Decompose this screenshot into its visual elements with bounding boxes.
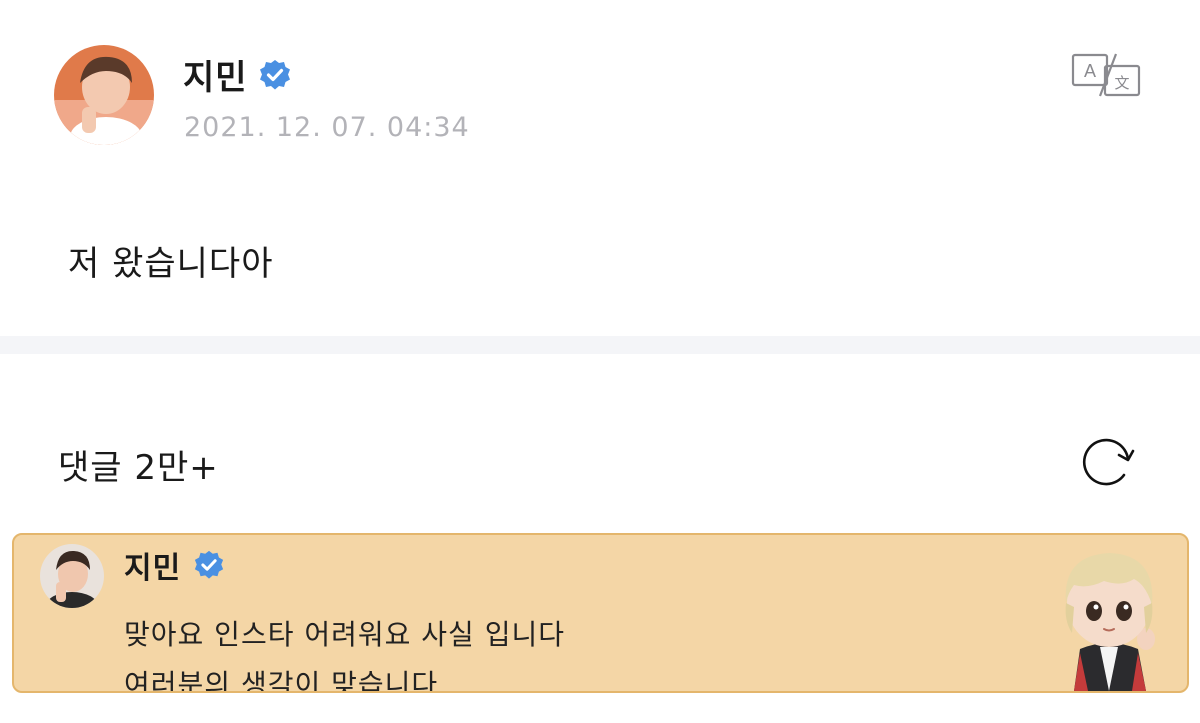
comments-count-title: 댓글 2만+ xyxy=(58,448,219,488)
author-row: 지민 xyxy=(183,50,292,99)
comment-text-line: 맞아요 인스타 어려워요 사실 입니다 xyxy=(124,618,566,651)
section-divider xyxy=(0,336,1200,354)
translate-icon: A 文 xyxy=(1071,53,1141,97)
comment-text-line: 여러분의 생각이 맞습니다 xyxy=(124,668,439,693)
svg-text:A: A xyxy=(1084,61,1096,81)
author-name[interactable]: 지민 xyxy=(183,50,248,99)
post-page: 지민 2021. 12. 07. 04:34 A 文 저 왔습니다아 댓글 2만… xyxy=(0,0,1200,723)
verified-badge-icon xyxy=(258,58,292,92)
comment-author-name[interactable]: 지민 xyxy=(124,543,181,587)
post-header: 지민 2021. 12. 07. 04:34 A 文 xyxy=(0,0,1200,190)
refresh-button[interactable] xyxy=(1078,437,1136,489)
comment-author-row: 지민 xyxy=(124,543,225,587)
svg-text:文: 文 xyxy=(1114,75,1129,92)
post-timestamp: 2021. 12. 07. 04:34 xyxy=(184,112,470,143)
comment-author-avatar[interactable] xyxy=(40,544,104,608)
translate-button[interactable]: A 文 xyxy=(1070,52,1142,98)
highlighted-comment[interactable]: 지민 맞아요 인스타 어려워요 사실 입니다 여러분의 생각이 맞습니다 xyxy=(12,533,1189,693)
post-body: 저 왔습니다아 xyxy=(68,244,274,284)
character-sticker xyxy=(1034,541,1184,691)
refresh-icon xyxy=(1082,438,1135,486)
verified-badge-icon xyxy=(193,549,225,581)
author-avatar[interactable] xyxy=(54,45,154,145)
